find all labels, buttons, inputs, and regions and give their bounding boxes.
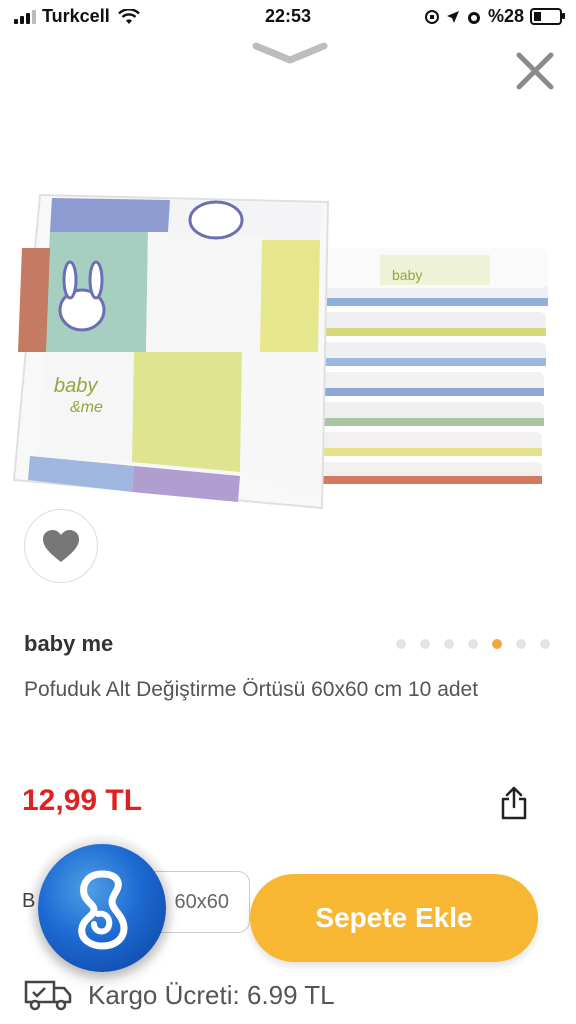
shipping-info: Kargo Ücreti: 6.99 TL [24, 978, 335, 1012]
heart-icon [43, 530, 79, 562]
pad-stack: baby [306, 248, 548, 484]
pager-dot[interactable] [444, 639, 454, 649]
pad-front: baby &me [12, 193, 330, 510]
chevron-down-icon[interactable] [252, 42, 328, 66]
pager-dot[interactable] [420, 639, 430, 649]
status-bar: Turkcell 22:53 %28 [0, 0, 576, 34]
close-icon[interactable] [514, 50, 556, 92]
svg-text:&me: &me [70, 399, 103, 416]
chat-support-button[interactable] [38, 844, 166, 972]
pager-dot[interactable] [516, 639, 526, 649]
location-icon [446, 10, 459, 23]
battery-percent: %28 [487, 6, 524, 26]
product-price: 12,99 TL [22, 784, 143, 817]
svg-text:baby: baby [54, 375, 98, 397]
share-icon[interactable] [500, 786, 528, 820]
size-option-label: 60x60 [174, 891, 230, 913]
battery-icon [530, 8, 565, 25]
truck-icon [24, 980, 72, 1011]
favorite-button[interactable] [24, 509, 98, 583]
shipping-fee: Kargo Ücreti: 6.99 TL [88, 979, 335, 1010]
pager-dot[interactable] [396, 639, 406, 649]
product-brand[interactable]: baby me [24, 631, 113, 657]
pager-dot[interactable] [540, 639, 550, 649]
chat-support-icon [78, 870, 128, 950]
alarm-icon [467, 11, 480, 24]
lock-rotation-icon [424, 9, 439, 24]
svg-text:baby: baby [392, 267, 422, 283]
add-to-cart-button[interactable]: Sepete Ekle [250, 874, 538, 962]
pager-dot[interactable] [492, 639, 502, 649]
product-title: Pofuduk Alt Değiştirme Örtüsü 60x60 cm 1… [24, 678, 479, 701]
pager-dot[interactable] [468, 639, 478, 649]
status-right: %28 [424, 6, 565, 27]
image-pager[interactable] [396, 639, 550, 649]
